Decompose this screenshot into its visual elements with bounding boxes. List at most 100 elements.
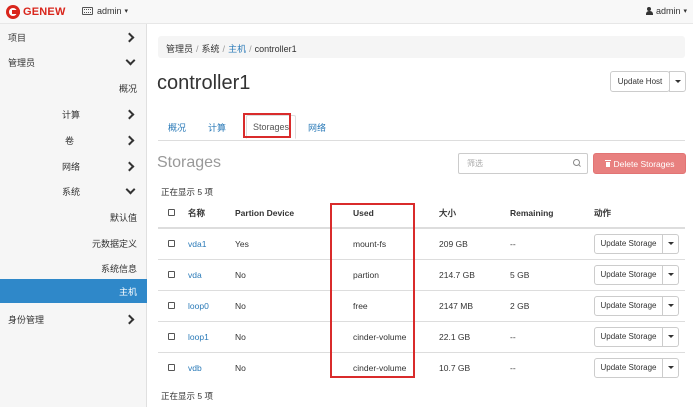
row-checkbox[interactable] [168,270,175,278]
chevron-right-icon [125,160,135,172]
top-navbar: GENEW admin ▾ admin ▾ [0,0,693,24]
row-checkbox[interactable] [168,239,175,247]
sidebar-item-label: 项目 [8,32,27,43]
tab-bar: 概况 计算 Storages 网络 [158,113,685,141]
sidebar-item-label: 身份管理 [8,314,45,325]
sidebar-item-project[interactable]: 项目 [0,26,147,48]
remaining-cell: -- [510,320,594,352]
select-all-cell [158,198,188,229]
update-host-button[interactable]: Update Host [610,71,670,92]
table-header-row: 名称 Partion Device Used 大小 Remaining 动作 [158,198,685,229]
update-storage-dropdown-toggle[interactable] [663,233,679,254]
row-checkbox[interactable] [168,301,175,309]
sidebar-item-label: 系统 [62,186,81,197]
table-row: loop0 No free 2147 MB 2 GB Update Storag… [158,289,685,321]
row-select-cell [158,320,188,352]
sidebar-item-admin[interactable]: 管理员 [0,51,147,73]
highlight-box-storages-tab [243,113,291,138]
update-storage-dropdown-toggle[interactable] [663,326,679,347]
sidebar-item-overview[interactable]: 概况 [0,77,147,99]
partion-cell: No [235,320,341,352]
breadcrumb-separator: / [249,44,252,54]
size-cell: 2147 MB [439,289,510,321]
remaining-cell: -- [510,227,594,259]
row-checkbox[interactable] [168,363,175,371]
remaining-cell: 5 GB [510,258,594,290]
storage-name-link[interactable]: vda [188,270,202,280]
update-storage-button[interactable]: Update Storage [594,295,663,316]
breadcrumb-hosts-link[interactable]: 主机 [228,44,246,54]
breadcrumb-separator: / [222,44,226,54]
filter-input[interactable] [459,154,564,173]
sidebar-item-compute[interactable]: 计算 [0,103,147,125]
partion-cell: No [235,289,341,321]
sidebar-item-label: 卷 [65,135,75,146]
storage-name-link[interactable]: loop1 [188,332,209,342]
project-switcher-label: admin [97,6,122,16]
keyboard-icon [82,7,93,15]
select-all-checkbox[interactable] [168,208,175,216]
row-select-cell [158,351,188,383]
update-storage-button[interactable]: Update Storage [594,233,663,254]
brand-name: GENEW [23,6,66,18]
update-storage-button-group: Update Storage [594,264,679,285]
sidebar-item-metadata-definitions[interactable]: 元数据定义 [0,232,147,254]
update-storage-button[interactable]: Update Storage [594,264,663,285]
sidebar-item-system[interactable]: 系统 [0,180,147,202]
sidebar-item-volumes[interactable]: 卷 [0,129,147,151]
sidebar-item-network[interactable]: 网络 [0,155,147,177]
brand-logo[interactable]: GENEW [6,3,66,21]
sidebar-item-system-info[interactable]: 系统信息 [0,257,147,279]
chevron-right-icon [125,31,135,43]
update-storage-button[interactable]: Update Storage [594,326,663,347]
storage-name-link[interactable]: vdb [188,363,202,373]
column-header-partion-device[interactable]: Partion Device [235,198,341,229]
trash-icon [604,160,611,167]
tab-compute[interactable]: 计算 [208,121,226,134]
update-storage-button-group: Update Storage [594,326,679,347]
sidebar-item-label: 概况 [118,83,137,94]
storage-name-link[interactable]: loop0 [188,301,209,311]
chevron-down-icon [125,56,135,68]
sidebar-item-identity[interactable]: 身份管理 [0,308,147,330]
size-cell: 22.1 GB [439,320,510,352]
filter-field[interactable] [458,153,588,174]
sidebar-item-defaults[interactable]: 默认值 [0,206,147,228]
sidebar-item-label: 默认值 [109,212,137,223]
breadcrumb-separator: / [196,44,199,54]
project-switcher[interactable]: admin ▾ [82,6,128,16]
column-header-size[interactable]: 大小 [439,198,510,229]
column-header-name[interactable]: 名称 [188,198,235,229]
table-row: vda No partion 214.7 GB 5 GB Update Stor… [158,258,685,290]
row-checkbox[interactable] [168,332,175,340]
item-count-top: 正在显示 5 项 [161,187,213,197]
sidebar-item-label: 计算 [62,109,81,120]
remaining-cell: -- [510,351,594,383]
search-icon[interactable] [573,159,581,167]
update-storage-button-group: Update Storage [594,295,679,316]
update-storage-dropdown-toggle[interactable] [663,357,679,378]
update-host-dropdown-toggle[interactable] [669,71,686,92]
update-storage-dropdown-toggle[interactable] [663,264,679,285]
table-row: vdb No cinder-volume 10.7 GB -- Update S… [158,351,685,383]
size-cell: 214.7 GB [439,258,510,290]
partion-cell: No [235,258,341,290]
user-menu[interactable]: admin ▾ [645,6,687,16]
size-cell: 209 GB [439,227,510,259]
column-header-remaining[interactable]: Remaining [510,198,594,229]
update-storage-button-group: Update Storage [594,357,679,378]
breadcrumb: 管理员 / 系统 / 主机 / controller1 [158,36,685,58]
page-title: controller1 [157,72,251,94]
tab-overview[interactable]: 概况 [168,121,186,134]
storage-name-link[interactable]: vda1 [188,239,206,249]
partion-cell: No [235,351,341,383]
row-select-cell [158,289,188,321]
delete-storages-label: Delete Storages [613,158,675,169]
delete-storages-button[interactable]: Delete Storages [593,153,686,174]
update-storage-button[interactable]: Update Storage [594,357,663,378]
sidebar: 项目 管理员 概况 计算 卷 网络 系统 默认值 元数据定义 系统信息 主机 身… [0,24,147,407]
sidebar-item-hosts[interactable]: 主机 [0,279,147,303]
tab-network[interactable]: 网络 [308,121,326,134]
sidebar-item-label: 主机 [118,286,137,297]
update-storage-dropdown-toggle[interactable] [663,295,679,316]
